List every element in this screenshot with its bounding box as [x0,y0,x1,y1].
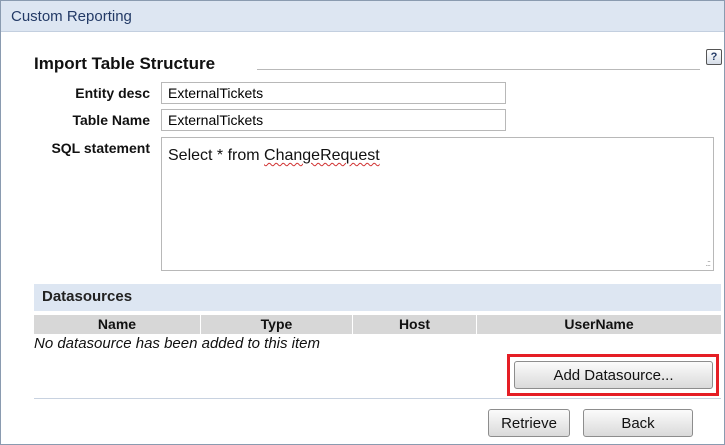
resize-grip-icon[interactable]: .:: [705,258,710,268]
datasources-title: Datasources [42,288,133,305]
datasources-empty-message: No datasource has been added to this ite… [34,335,321,352]
footer-divider [34,398,721,399]
sql-text-prefix: Select * from [168,147,265,164]
column-header-host[interactable]: Host [353,315,477,334]
retrieve-button[interactable]: Retrieve [488,409,570,437]
datasources-header: Datasources [34,284,721,311]
sql-statement-label: SQL statement [51,140,150,156]
column-header-name[interactable]: Name [34,315,201,334]
datasources-table-header: Name Type Host UserName [34,315,721,334]
window-title: Custom Reporting [11,8,132,25]
column-header-username[interactable]: UserName [477,315,721,334]
custom-reporting-window: Custom Reporting Import Table Structure … [0,0,725,445]
back-button[interactable]: Back [583,409,693,437]
table-name-label: Table Name [72,112,150,128]
section-title: Import Table Structure [34,54,216,73]
column-header-type[interactable]: Type [201,315,353,334]
add-datasource-button[interactable]: Add Datasource... [514,361,713,389]
entity-desc-input[interactable] [161,82,506,104]
table-name-input[interactable] [161,109,506,131]
window-titlebar: Custom Reporting [1,1,724,32]
section-divider [257,69,700,70]
sql-text-table: ChangeRequest [264,147,380,164]
sql-statement-textarea[interactable]: Select * from ChangeRequest .:: [161,137,714,271]
entity-desc-label: Entity desc [75,85,150,101]
sql-statement-text: Select * from ChangeRequest [168,147,380,165]
help-icon[interactable]: ? [706,49,722,65]
